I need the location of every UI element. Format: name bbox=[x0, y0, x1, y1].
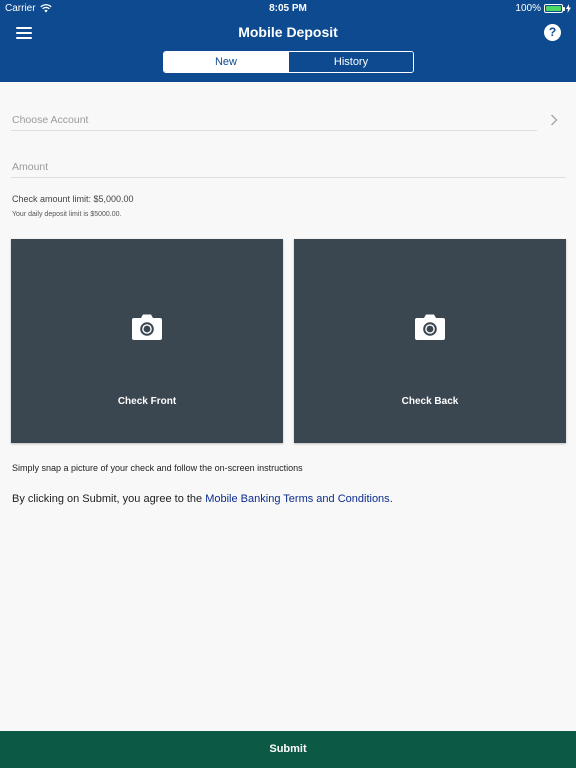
check-limit-text: Check amount limit: $5,000.00 bbox=[12, 194, 134, 204]
page-title: Mobile Deposit bbox=[238, 24, 338, 40]
choose-account-field[interactable]: Choose Account bbox=[12, 114, 88, 126]
terms-prefix: By clicking on Submit, you agree to the bbox=[12, 493, 206, 505]
status-bar-right: 100% bbox=[515, 3, 571, 14]
tab-history[interactable]: History bbox=[288, 52, 413, 72]
amount-field[interactable]: Amount bbox=[12, 161, 48, 173]
tab-new[interactable]: New bbox=[164, 52, 288, 72]
tab-control: New History bbox=[163, 51, 414, 73]
battery-percent: 100% bbox=[515, 3, 541, 14]
daily-limit-text: Your daily deposit limit is $5000.00. bbox=[12, 211, 122, 218]
chevron-right-icon[interactable] bbox=[550, 114, 558, 126]
check-back-label: Check Back bbox=[401, 396, 459, 407]
account-divider bbox=[11, 130, 537, 131]
header: Mobile Deposit ? New History bbox=[0, 18, 576, 82]
charging-bolt-icon bbox=[566, 4, 571, 13]
submit-button[interactable]: Submit bbox=[0, 731, 576, 768]
status-bar: Carrier 8:05 PM 100% bbox=[0, 0, 576, 18]
terms-text: By clicking on Submit, you agree to the … bbox=[12, 493, 393, 505]
help-icon[interactable]: ? bbox=[544, 24, 561, 41]
battery-icon bbox=[544, 4, 565, 13]
status-time: 8:05 PM bbox=[269, 3, 307, 14]
terms-suffix: . bbox=[389, 493, 393, 505]
check-front-label: Check Front bbox=[117, 396, 177, 407]
instructions-text: Simply snap a picture of your check and … bbox=[12, 463, 303, 473]
camera-icon bbox=[132, 314, 162, 340]
check-front-card[interactable]: Check Front bbox=[11, 239, 283, 443]
camera-icon bbox=[415, 314, 445, 340]
terms-link[interactable]: Mobile Banking Terms and Conditions bbox=[205, 493, 389, 505]
amount-divider bbox=[11, 177, 566, 178]
check-back-card[interactable]: Check Back bbox=[294, 239, 566, 443]
